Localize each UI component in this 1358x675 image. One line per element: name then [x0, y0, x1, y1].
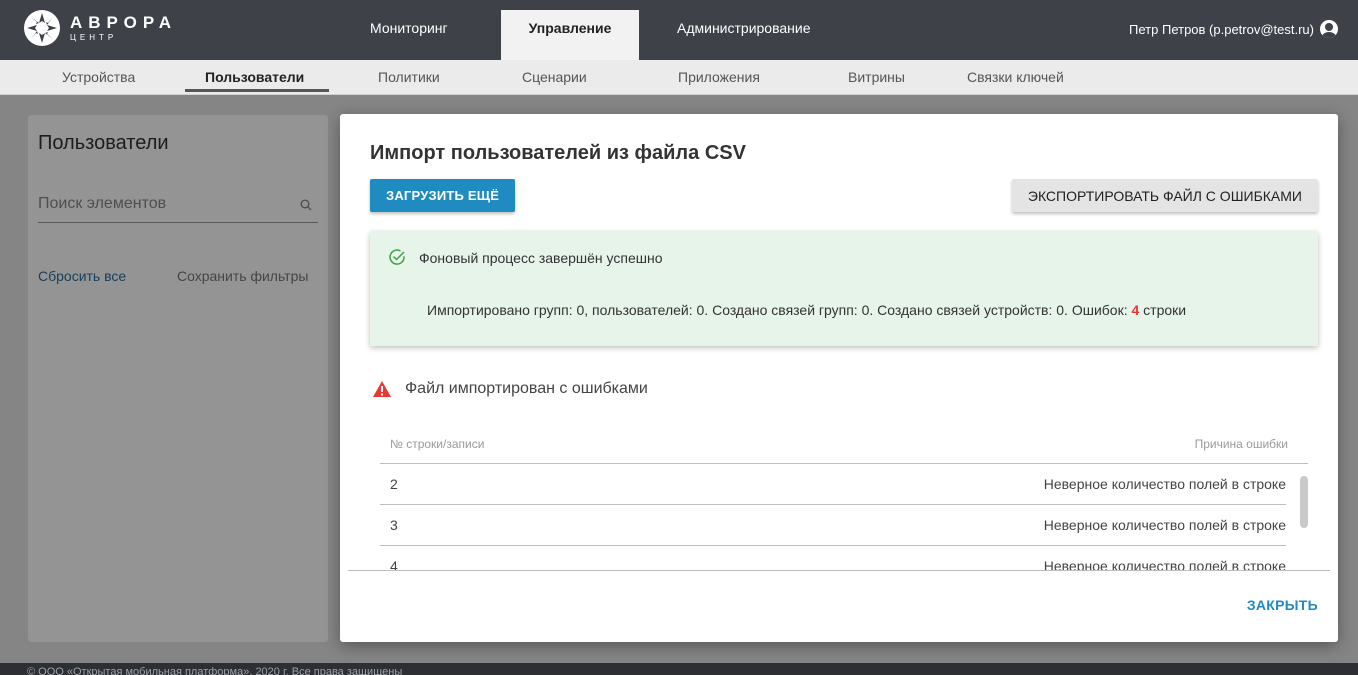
warning-text: Файл импортирован с ошибками	[405, 380, 648, 397]
sub-navigation: Устройства Пользователи Политики Сценари…	[0, 60, 1358, 95]
table-header: № строки/записи Причина ошибки	[380, 429, 1308, 464]
tab-administration[interactable]: Администрирование	[665, 10, 823, 58]
tab-monitoring[interactable]: Мониторинг	[358, 10, 460, 58]
table-row: 4 Неверное количество полей в строке	[380, 546, 1286, 570]
aurora-logo-icon	[24, 10, 60, 46]
brand-subtitle: ЦЕНТР	[70, 33, 118, 42]
load-more-button[interactable]: ЗАГРУЗИТЬ ЕЩЁ	[370, 179, 516, 212]
subtab-users[interactable]: Пользователи	[184, 60, 330, 94]
column-reason: Причина ошибки	[1194, 437, 1288, 451]
close-button[interactable]: ЗАКРЫТЬ	[1247, 597, 1318, 613]
success-notice: Фоновый процесс завершён успешно Импорти…	[370, 231, 1318, 346]
errors-table: № строки/записи Причина ошибки 2 Неверно…	[380, 429, 1308, 570]
logo[interactable]: АВРОРА ЦЕНТР	[22, 8, 177, 48]
subtab-devices[interactable]: Устройства	[62, 60, 135, 94]
table-row: 2 Неверное количество полей в строке	[380, 464, 1286, 505]
tab-management[interactable]: Управление	[501, 10, 639, 60]
summary-text: Импортировано групп: 0, пользователей: 0…	[427, 302, 1128, 318]
footer: © ООО «Открытая мобильная платформа», 20…	[0, 663, 1358, 675]
table-body[interactable]: 2 Неверное количество полей в строке 3 Н…	[380, 464, 1308, 570]
row-number: 2	[390, 476, 398, 492]
success-title: Фоновый процесс завершён успешно	[419, 250, 663, 266]
table-row: 3 Неверное количество полей в строке	[380, 505, 1286, 546]
subtab-policies[interactable]: Политики	[378, 60, 440, 94]
subtab-applications[interactable]: Приложения	[678, 60, 760, 94]
error-reason: Неверное количество полей в строке	[1043, 558, 1286, 570]
error-reason: Неверное количество полей в строке	[1043, 476, 1286, 492]
summary-suffix: строки	[1143, 302, 1187, 318]
row-number: 4	[390, 558, 398, 570]
subtab-scenarios[interactable]: Сценарии	[522, 60, 587, 94]
subtab-keychains[interactable]: Связки ключей	[967, 60, 1064, 94]
error-reason: Неверное количество полей в строке	[1043, 517, 1286, 533]
warning-icon	[373, 381, 391, 397]
error-count: 4	[1131, 302, 1140, 318]
dialog-title: Импорт пользователей из файла CSV	[370, 142, 746, 164]
warning-row: Файл импортирован с ошибками	[372, 380, 648, 398]
user-menu[interactable]: Петр Петров (p.petrov@test.ru)	[1129, 20, 1338, 38]
table-scrollbar[interactable]	[1300, 476, 1308, 528]
import-summary: Импортировано групп: 0, пользователей: 0…	[427, 302, 1186, 318]
check-circle-icon	[389, 249, 405, 265]
export-errors-button[interactable]: ЭКСПОРТИРОВАТЬ ФАЙЛ С ОШИБКАМИ	[1011, 179, 1318, 212]
brand-name: АВРОРА	[70, 13, 178, 32]
dialog-divider	[348, 570, 1330, 571]
top-bar: АВРОРА ЦЕНТР Мониторинг Управление Админ…	[0, 0, 1358, 60]
account-icon	[1320, 20, 1338, 38]
row-number: 3	[390, 517, 398, 533]
column-row-number: № строки/записи	[390, 437, 485, 451]
import-dialog: Импорт пользователей из файла CSV ЗАГРУЗ…	[340, 114, 1338, 642]
subtab-showcases[interactable]: Витрины	[848, 60, 905, 94]
user-name: Петр Петров (p.petrov@test.ru)	[1129, 21, 1314, 37]
